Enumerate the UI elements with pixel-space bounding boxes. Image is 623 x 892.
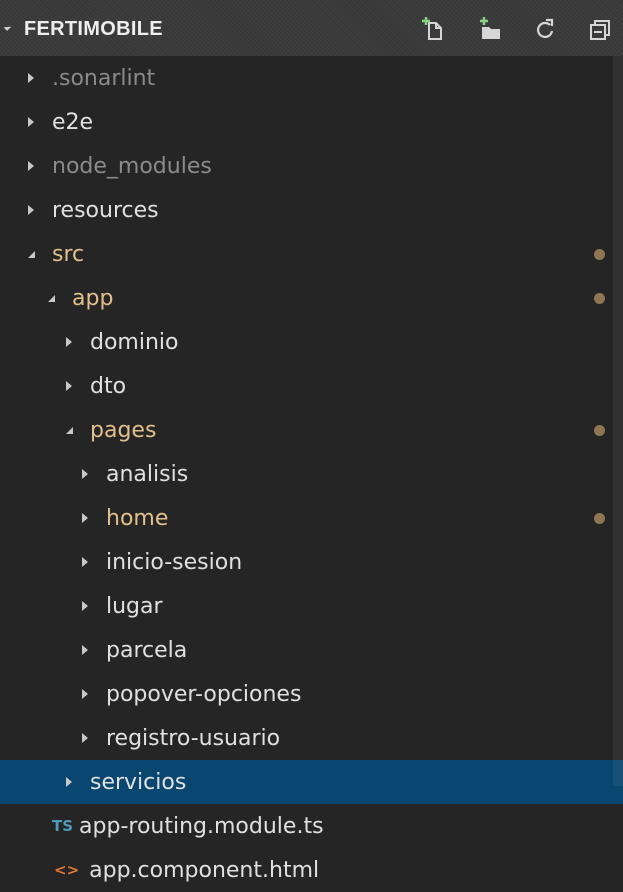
typescript-file-icon: TS <box>52 817 74 835</box>
tree-item-label: home <box>106 505 169 531</box>
new-folder-icon[interactable] <box>474 14 504 44</box>
modified-dot-icon <box>594 512 605 524</box>
tree-item-resources[interactable]: resources <box>0 188 623 232</box>
tree-item-app-routing-module[interactable]: TS app-routing.module.ts <box>0 804 623 848</box>
tree-item-label: inicio-sesion <box>106 549 243 575</box>
tree-item-label: app-routing.module.ts <box>79 813 324 839</box>
chevron-right-icon <box>76 729 94 747</box>
tree-item-inicio-sesion[interactable]: inicio-sesion <box>0 540 623 584</box>
tree-item-label: pages <box>90 417 157 443</box>
tree-item-app-component-html[interactable]: <> app.component.html <box>0 848 623 892</box>
tree-item-e2e[interactable]: e2e <box>0 100 623 144</box>
chevron-right-icon <box>22 69 40 87</box>
tree-item-label: app <box>72 285 114 311</box>
tree-item-dominio[interactable]: dominio <box>0 320 623 364</box>
file-explorer: FERTIMOBILE .sonarlint e2e node_modules … <box>0 0 623 888</box>
explorer-header[interactable]: FERTIMOBILE <box>0 0 623 56</box>
tree-item-src[interactable]: src <box>0 232 623 276</box>
tree-item-label: dto <box>90 373 127 399</box>
chevron-right-icon <box>60 773 78 791</box>
tree-item-parcela[interactable]: parcela <box>0 628 623 672</box>
tree-item-label: registro-usuario <box>106 725 281 751</box>
tree-item-label: servicios <box>90 769 187 795</box>
tree-item-home[interactable]: home <box>0 496 623 540</box>
tree-item-label: analisis <box>106 461 189 487</box>
tree-item-sonarlint[interactable]: .sonarlint <box>0 56 623 100</box>
tree-item-label: resources <box>52 197 159 223</box>
chevron-right-icon <box>76 553 94 571</box>
tree-item-pages[interactable]: pages <box>0 408 623 452</box>
modified-dot-icon <box>594 292 605 304</box>
chevron-right-icon <box>76 641 94 659</box>
collapse-section-icon[interactable] <box>3 23 12 31</box>
chevron-right-icon <box>76 597 94 615</box>
tree-item-label: src <box>52 241 85 267</box>
chevron-down-icon <box>42 289 60 307</box>
chevron-right-icon <box>22 113 40 131</box>
project-title[interactable]: FERTIMOBILE <box>24 14 163 44</box>
chevron-right-icon <box>22 157 40 175</box>
chevron-right-icon <box>76 509 94 527</box>
refresh-icon[interactable] <box>530 14 560 44</box>
collapse-all-icon[interactable] <box>586 14 616 44</box>
tree-item-label: dominio <box>90 329 179 355</box>
tree-item-dto[interactable]: dto <box>0 364 623 408</box>
vertical-scrollbar[interactable] <box>613 56 623 786</box>
tree-item-lugar[interactable]: lugar <box>0 584 623 628</box>
new-file-icon[interactable] <box>418 14 448 44</box>
tree-item-label: popover-opciones <box>106 681 302 707</box>
chevron-down-icon <box>22 245 40 263</box>
chevron-right-icon <box>60 333 78 351</box>
tree-item-label: e2e <box>52 109 94 135</box>
tree-item-popover-opciones[interactable]: popover-opciones <box>0 672 623 716</box>
modified-dot-icon <box>594 248 605 260</box>
html-file-icon: <> <box>54 861 80 879</box>
tree-item-label: parcela <box>106 637 188 663</box>
tree-item-label: lugar <box>106 593 163 619</box>
chevron-down-icon <box>60 421 78 439</box>
chevron-right-icon <box>60 377 78 395</box>
tree-item-label: node_modules <box>52 153 212 179</box>
tree-item-servicios[interactable]: servicios <box>0 760 623 804</box>
chevron-right-icon <box>76 465 94 483</box>
tree-item-label: app.component.html <box>89 857 320 883</box>
tree-item-analisis[interactable]: analisis <box>0 452 623 496</box>
chevron-right-icon <box>22 201 40 219</box>
modified-dot-icon <box>594 424 605 436</box>
tree-item-label: .sonarlint <box>52 65 156 91</box>
tree-item-registro-usuario[interactable]: registro-usuario <box>0 716 623 760</box>
chevron-right-icon <box>76 685 94 703</box>
tree-item-node-modules[interactable]: node_modules <box>0 144 623 188</box>
tree-item-app[interactable]: app <box>0 276 623 320</box>
